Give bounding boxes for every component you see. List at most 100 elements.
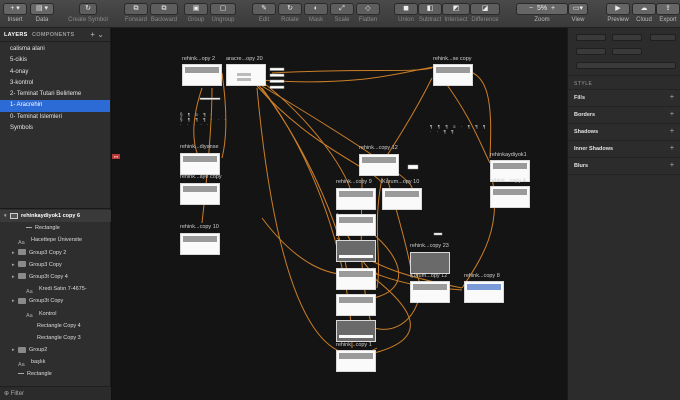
artboard[interactable] [336, 214, 376, 236]
mask-button[interactable]: ◐ Mask [304, 3, 328, 23]
artboard[interactable] [336, 350, 376, 372]
page-item[interactable]: Symbols [0, 123, 110, 134]
ungroup-button[interactable]: ▢ Ungroup [210, 3, 236, 23]
view-button[interactable]: ▭▾ View [568, 3, 588, 23]
tab-components[interactable]: COMPONENTS [32, 32, 74, 38]
flatten-button[interactable]: ◇ Flatten [356, 3, 380, 23]
collapse-icon[interactable]: ⌄ [97, 30, 104, 39]
layer-row[interactable]: Rectangle [0, 222, 111, 234]
page-item[interactable]: calisma alani [0, 44, 110, 55]
artboard[interactable] [336, 188, 376, 210]
disclosure-icon[interactable]: ▸ [12, 271, 15, 283]
resizing-field[interactable] [576, 62, 676, 69]
backward-button[interactable]: ⧉ Backward [150, 3, 178, 23]
folder-icon [18, 261, 26, 268]
width-field[interactable] [576, 48, 606, 55]
group-button[interactable]: ▣ Group [184, 3, 208, 23]
borders-section[interactable]: Borders + [568, 107, 680, 124]
page-item[interactable]: 5-cikis [0, 55, 110, 66]
artboard[interactable] [410, 252, 450, 274]
artboard[interactable] [180, 153, 220, 175]
add-blur-icon[interactable]: + [670, 162, 674, 169]
page-item[interactable]: 3-kontrol [0, 78, 110, 89]
artboard[interactable] [182, 64, 222, 86]
cloud-button[interactable]: ☁ Cloud [632, 3, 656, 23]
sidebar-divider[interactable] [0, 208, 111, 209]
tab-layers[interactable]: LAYERS [4, 32, 28, 38]
add-page-icon[interactable]: + [90, 30, 95, 39]
angle-field[interactable] [650, 34, 676, 41]
ungroup-icon: ▢ [210, 3, 236, 15]
add-border-icon[interactable]: + [670, 111, 674, 118]
page-item[interactable]: 2- Teminat Tutari Belirleme [0, 89, 110, 100]
add-inner-shadow-icon[interactable]: + [670, 145, 674, 152]
page-item[interactable]: 4-onay [0, 67, 110, 78]
disclosure-icon[interactable]: ▸ [12, 247, 15, 259]
disclosure-icon[interactable]: ▾ [4, 210, 7, 222]
page-item[interactable]: 0- Teminat Islemleri [0, 112, 110, 123]
artboard[interactable] [336, 268, 376, 290]
add-fill-icon[interactable]: + [670, 94, 674, 101]
disclosure-icon[interactable]: ▸ [12, 344, 15, 356]
artboard[interactable] [336, 320, 376, 342]
artboard[interactable] [490, 186, 530, 208]
layer-row[interactable]: Rectangle Copy 3 [0, 332, 111, 344]
artboard[interactable] [180, 233, 220, 255]
blurs-section[interactable]: Blurs + [568, 158, 680, 175]
add-shadow-icon[interactable]: + [670, 128, 674, 135]
edit-button[interactable]: ✎ Edit [252, 3, 276, 23]
subtract-button[interactable]: ◧ Subtract [418, 3, 442, 23]
height-field[interactable] [612, 48, 642, 55]
cloud-icon: ☁ [632, 3, 656, 15]
layer-row[interactable]: ▸ Group3 Copy 2 [0, 247, 111, 259]
difference-button[interactable]: ◪ Difference [470, 3, 500, 23]
shadows-section[interactable]: Shadows + [568, 124, 680, 141]
zoom-control[interactable]: − 5% + Zoom [516, 3, 568, 23]
data-button[interactable]: ▤ ▾ Data [30, 3, 54, 23]
artboard[interactable] [464, 281, 504, 303]
filter-input[interactable]: Filter [11, 391, 24, 397]
artboard[interactable] [410, 281, 450, 303]
artboard-label: Kurum...opy 10 [382, 179, 420, 185]
export-button[interactable]: ⇪ Export [656, 3, 680, 23]
intersect-button[interactable]: ◩ Intersect [442, 3, 470, 23]
scale-button[interactable]: ⤢ Scale [330, 3, 354, 23]
layer-row[interactable]: Aa Hacettepe Üniversite [0, 234, 111, 246]
union-button[interactable]: ◼ Union [394, 3, 418, 23]
artboard[interactable] [336, 240, 376, 262]
x-field[interactable] [576, 34, 606, 41]
filter-bar[interactable]: ⊕ Filter [0, 386, 111, 400]
layer-row[interactable]: ▸ Group3t Copy [0, 295, 111, 307]
artboard[interactable] [433, 64, 473, 86]
line-icon [26, 227, 32, 229]
insert-button[interactable]: + ▾ Insert [3, 3, 27, 23]
disclosure-icon[interactable]: ▸ [12, 295, 15, 307]
layer-row[interactable]: Aa Kontrol [0, 308, 111, 320]
layer-row[interactable]: Aa Kredi Satın 7-4675- [0, 283, 111, 295]
layer-label: rehinkaydiyok1 copy 6 [21, 213, 80, 219]
layer-row[interactable]: ▾ rehinkaydiyok1 copy 6 [0, 210, 111, 223]
artboard[interactable] [382, 188, 422, 210]
layer-row[interactable]: Rectangle Copy 4 [0, 320, 111, 332]
disclosure-icon[interactable]: ▸ [12, 259, 15, 271]
inner-shadows-section[interactable]: Inner Shadows + [568, 141, 680, 158]
preview-button[interactable]: ▶ Preview [606, 3, 630, 23]
artboard[interactable] [336, 294, 376, 316]
layer-row[interactable]: ▸ Group3 Copy [0, 259, 111, 271]
layer-row[interactable]: ▸ Group2 [0, 344, 111, 356]
fills-section[interactable]: Fills + [568, 90, 680, 107]
rotate-button[interactable]: ↻ Rotate [278, 3, 302, 23]
zoom-out-button[interactable]: − [529, 5, 533, 12]
artboard[interactable] [226, 64, 266, 86]
artboard[interactable] [180, 183, 220, 205]
create-symbol-button[interactable]: ↻ Create Symbol [68, 3, 108, 23]
artboard[interactable] [359, 154, 399, 176]
zoom-in-button[interactable]: + [551, 5, 555, 12]
canvas[interactable]: ▪▪▪ § ¶ ≡ ¶ · § ¶ ¶ ¶ · · · · · · · · ¶ ¶ … [112, 28, 567, 400]
forward-button[interactable]: ⧉ Forward [124, 3, 148, 23]
layer-row[interactable]: Rectangle [0, 368, 111, 380]
layer-row[interactable]: Aa başlık [0, 356, 111, 368]
layer-row[interactable]: ▸ Group3t Copy 4 [0, 271, 111, 283]
y-field[interactable] [612, 34, 642, 41]
page-item-selected[interactable]: 1- Aracrehin [0, 100, 110, 112]
